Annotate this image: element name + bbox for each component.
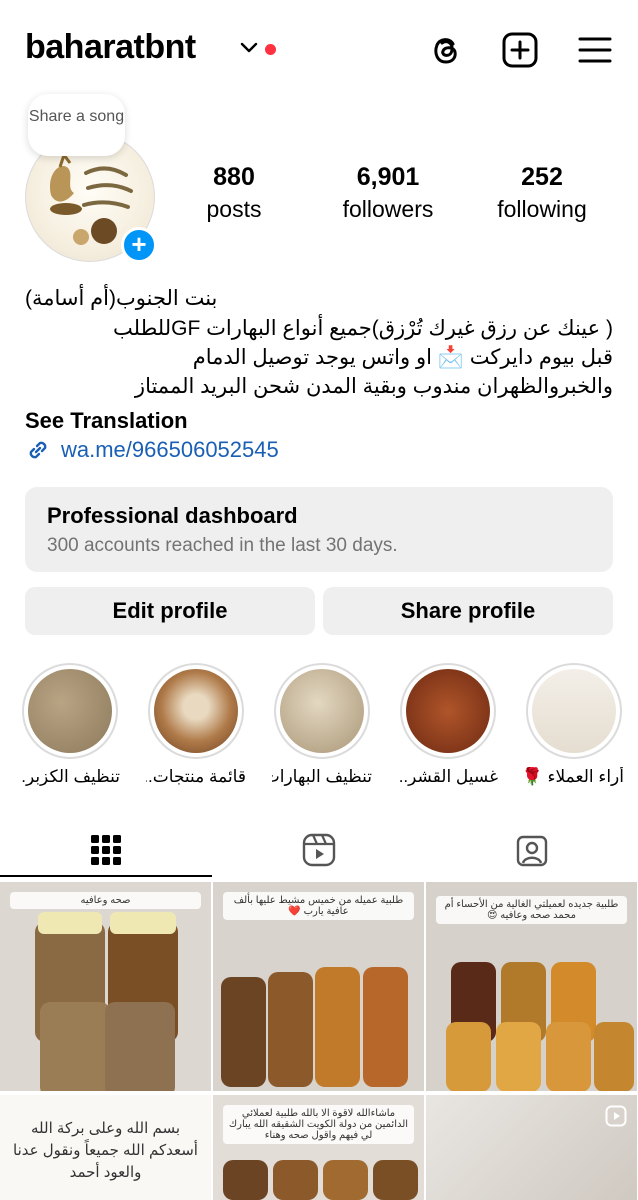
tab-posts-grid[interactable] xyxy=(0,822,212,877)
highlight-cover xyxy=(532,669,616,753)
bio-line: قبل بيوم دايركت 📩 او واتس يوجد توصيل الد… xyxy=(192,346,613,369)
highlight-label: قائمة منتجات... xyxy=(146,767,246,786)
chevron-down-icon[interactable] xyxy=(240,42,258,54)
highlight-label: غسيل القشر... xyxy=(398,767,498,786)
add-story-button[interactable]: + xyxy=(121,227,157,263)
highlight-item[interactable]: غسيل القشر... xyxy=(398,663,498,787)
grid-icon xyxy=(91,834,121,865)
posts-label: posts xyxy=(206,196,262,222)
bio-line: ( عينك عن رزق غيرك تُرْزق)جميع أنواع الب… xyxy=(113,317,613,340)
highlight-item[interactable]: أراء العملاء 🌹 xyxy=(524,663,624,787)
posts-count: 880 xyxy=(213,163,255,191)
grid-post[interactable]: ماشاءالله لاقوة الا بالله طلبية لعملائي … xyxy=(213,1095,424,1200)
post-caption: طلبية عميله من خميس مشيط عليها بألف عافي… xyxy=(223,892,414,920)
highlight-ring xyxy=(400,663,496,759)
post-caption: ماشاءالله لاقوة الا بالله طلبية لعملائي … xyxy=(223,1105,414,1144)
posts-stat[interactable]: 880 posts xyxy=(164,163,304,223)
bio-name: بنت الجنوب(أم أسامة) xyxy=(25,287,218,310)
highlight-item[interactable]: تنظيف الكزبر... xyxy=(20,663,120,787)
dashboard-title: Professional dashboard xyxy=(47,503,298,528)
grid-post[interactable]: طلبية عميله من خميس مشيط عليها بألف عافي… xyxy=(213,882,424,1091)
highlight-ring xyxy=(274,663,370,759)
threads-icon[interactable] xyxy=(426,30,466,70)
grid-post[interactable]: صحه وعافيه xyxy=(0,882,211,1091)
notification-dot xyxy=(265,44,276,55)
tagged-user-icon xyxy=(516,835,548,866)
highlight-item[interactable]: قائمة منتجات... xyxy=(146,663,246,787)
highlight-item[interactable]: تنظيف البهارات xyxy=(272,663,372,787)
followers-count: 6,901 xyxy=(356,163,420,191)
top-bar: baharatbnt xyxy=(0,0,638,100)
followers-stat[interactable]: 6,901 followers xyxy=(318,163,458,223)
highlight-label: تنظيف البهارات xyxy=(272,767,372,786)
grid-post[interactable]: طلبية جديده لعميلتي الغالية من الأحساء أ… xyxy=(426,882,637,1091)
share-song-bubble[interactable]: Share a song xyxy=(28,94,125,156)
following-stat[interactable]: 252 following xyxy=(472,163,612,223)
highlight-cover xyxy=(154,669,238,753)
reels-icon xyxy=(302,833,336,866)
following-count: 252 xyxy=(521,163,563,191)
highlight-label: أراء العملاء 🌹 xyxy=(524,767,624,786)
share-profile-button[interactable]: Share profile xyxy=(323,587,613,635)
post-caption: صحه وعافيه xyxy=(10,892,201,909)
edit-profile-button[interactable]: Edit profile xyxy=(25,587,315,635)
highlight-cover xyxy=(406,669,490,753)
followers-label: followers xyxy=(342,196,434,222)
post-caption: طلبية جديده لعميلتي الغالية من الأحساء أ… xyxy=(436,896,627,924)
dashboard-subtitle: 300 accounts reached in the last 30 days… xyxy=(47,535,398,556)
link-icon xyxy=(29,441,47,459)
highlight-ring xyxy=(22,663,118,759)
grid-post[interactable] xyxy=(426,1095,637,1200)
highlight-label: تنظيف الكزبر... xyxy=(20,767,120,786)
tab-reels[interactable] xyxy=(213,822,425,877)
create-post-icon[interactable] xyxy=(500,30,540,70)
profile-tabs xyxy=(0,822,638,877)
website-link-text[interactable]: wa.me/966506052545 xyxy=(61,437,279,463)
website-link[interactable]: wa.me/966506052545 xyxy=(25,437,279,463)
tab-tagged[interactable] xyxy=(426,822,638,877)
reel-badge-icon xyxy=(605,1105,627,1127)
highlight-cover xyxy=(28,669,112,753)
bio: بنت الجنوب(أم أسامة) ( عينك عن رزق غيرك … xyxy=(25,283,613,401)
professional-dashboard[interactable]: Professional dashboard 300 accounts reac… xyxy=(25,487,613,572)
highlight-ring xyxy=(148,663,244,759)
hamburger-menu-icon[interactable] xyxy=(575,30,615,70)
grid-post[interactable]: بسم الله وعلى بركة الله أسعدكم الله جميع… xyxy=(0,1095,211,1200)
see-translation-link[interactable]: See Translation xyxy=(25,408,188,434)
highlight-ring xyxy=(526,663,622,759)
account-username[interactable]: baharatbnt xyxy=(25,28,196,67)
highlight-cover xyxy=(280,669,364,753)
following-label: following xyxy=(497,196,587,222)
bio-line: والخبروالظهران مندوب وبقية المدن شحن الب… xyxy=(134,375,613,398)
post-caption: بسم الله وعلى بركة الله أسعدكم الله جميع… xyxy=(13,1120,198,1181)
